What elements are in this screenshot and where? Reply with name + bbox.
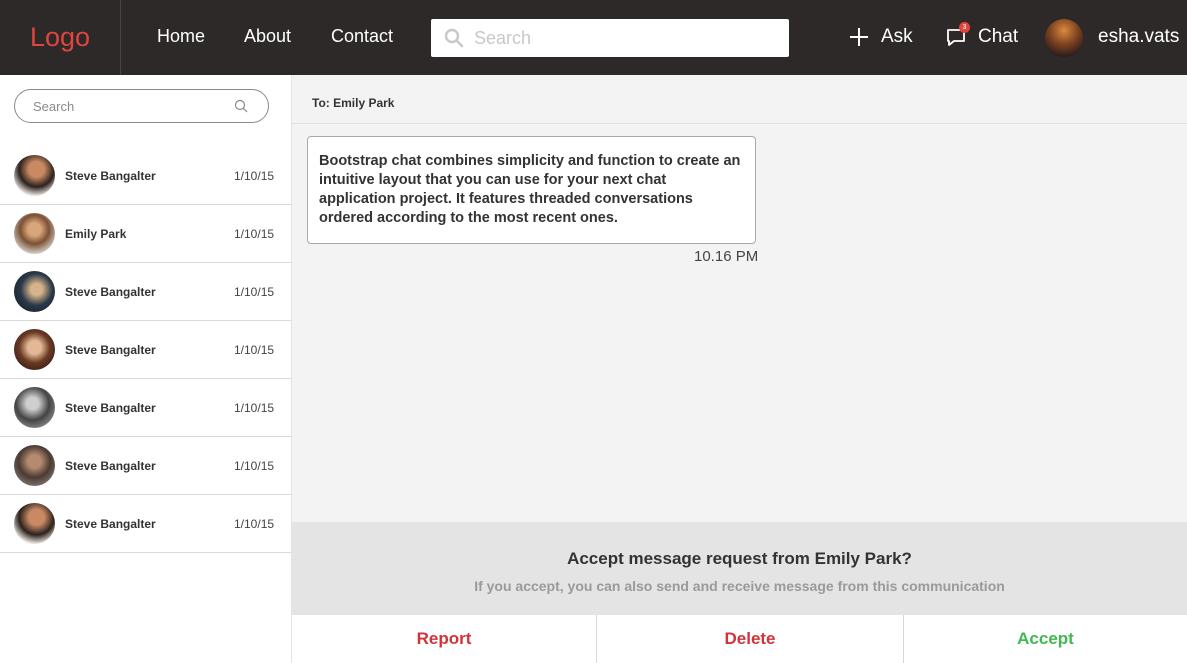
contact-item[interactable]: Steve Bangalter 1/10/15 [0,437,291,495]
chat-label: Chat [978,26,1019,47]
contact-name: Steve Bangalter [65,343,156,357]
contact-date: 1/10/15 [234,169,275,183]
contact-avatar [14,213,55,254]
sidebar-search-box [14,89,269,123]
top-search-box [431,19,789,57]
contact-avatar [14,155,55,196]
top-search-input[interactable] [474,27,774,49]
logo[interactable]: Logo [0,0,121,75]
top-navbar: Logo Home About Contact Ask 3 Chat esha.… [0,0,1187,75]
contact-item[interactable]: Steve Bangalter 1/10/15 [0,495,291,553]
delete-button[interactable]: Delete [597,615,904,663]
contact-avatar [14,329,55,370]
message-time: 10.16 PM [694,248,759,265]
contact-item[interactable]: Steve Bangalter 1/10/15 [0,263,291,321]
search-icon [444,28,464,48]
contact-avatar [14,271,55,312]
conversation-panel: To: Emily Park Bootstrap chat combines s… [292,75,1187,663]
chat-icon: 3 [946,22,970,48]
contact-name: Steve Bangalter [65,285,156,299]
request-subtext: If you accept, you can also send and rec… [474,578,1005,594]
contact-avatar [14,445,55,486]
logo-text: Logo [29,22,91,52]
recipient-label: To: Emily Park [312,96,395,110]
ask-button[interactable]: Ask [849,26,913,48]
contact-item[interactable]: Steve Bangalter 1/10/15 [0,379,291,437]
nav-link-about[interactable]: About [244,26,291,47]
ask-label: Ask [881,26,913,47]
message-bubble: Bootstrap chat combines simplicity and f… [307,136,756,244]
report-button[interactable]: Report [292,615,597,663]
contact-date: 1/10/15 [234,343,275,357]
sidebar-search-input[interactable] [33,98,228,114]
contact-date: 1/10/15 [234,517,275,531]
contact-name: Steve Bangalter [65,517,156,531]
contact-avatar [14,387,55,428]
contact-date: 1/10/15 [234,285,275,299]
contact-name: Emily Park [65,227,127,241]
chat-badge: 3 [959,22,970,33]
nav-link-home[interactable]: Home [157,26,205,47]
contact-avatar [14,503,55,544]
contact-list: Steve Bangalter 1/10/15 Emily Park 1/10/… [0,147,291,553]
accept-button[interactable]: Accept [904,615,1187,663]
contact-name: Steve Bangalter [65,169,156,183]
conversation-sidebar: Steve Bangalter 1/10/15 Emily Park 1/10/… [0,75,292,663]
contact-item[interactable]: Steve Bangalter 1/10/15 [0,321,291,379]
nav-link-contact[interactable]: Contact [331,26,393,47]
request-question: Accept message request from Emily Park? [567,549,912,568]
contact-date: 1/10/15 [234,401,275,415]
plus-icon [850,28,868,46]
username[interactable]: esha.vats [1098,26,1179,48]
contact-date: 1/10/15 [234,227,275,241]
contact-item[interactable]: Emily Park 1/10/15 [0,205,291,263]
chat-button[interactable]: 3 Chat [946,22,1019,48]
contact-name: Steve Bangalter [65,401,156,415]
user-avatar[interactable] [1045,19,1083,57]
contact-name: Steve Bangalter [65,459,156,473]
search-icon[interactable] [234,99,248,113]
message-request-banner: Accept message request from Emily Park? … [292,522,1187,615]
recipient-header: To: Emily Park [292,75,1187,124]
contact-date: 1/10/15 [234,459,275,473]
request-actions: Report Delete Accept [292,615,1187,663]
contact-item[interactable]: Steve Bangalter 1/10/15 [0,147,291,205]
